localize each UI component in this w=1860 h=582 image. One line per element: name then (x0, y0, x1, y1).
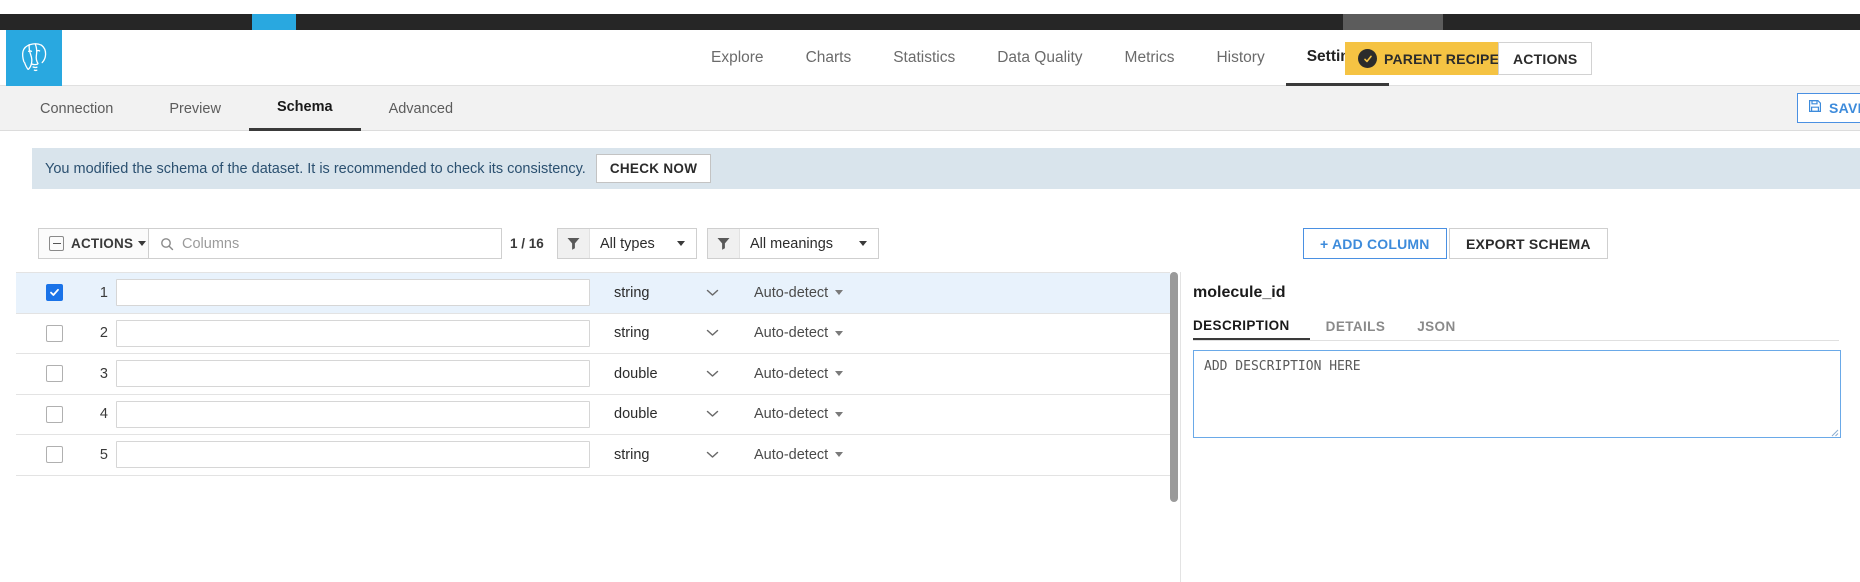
tab-description[interactable]: DESCRIPTION (1193, 312, 1310, 340)
description-textarea[interactable] (1193, 350, 1841, 438)
export-schema-button[interactable]: EXPORT SCHEMA (1449, 228, 1608, 259)
column-name-input[interactable] (116, 279, 590, 306)
row-checkbox[interactable] (46, 446, 63, 463)
row-index: 1 (94, 285, 108, 301)
table-row[interactable]: 3 double Auto-detect (16, 354, 1172, 395)
header-actions-button[interactable]: ACTIONS (1498, 42, 1592, 75)
chevron-down-icon[interactable] (706, 405, 719, 423)
chevron-down-icon (859, 229, 878, 258)
column-name-input[interactable] (116, 360, 590, 387)
top-strip-active-segment (252, 14, 296, 30)
nav-item-charts[interactable]: Charts (785, 30, 873, 86)
caret-down-icon (835, 331, 843, 336)
search-input[interactable] (182, 236, 472, 252)
browser-top-strip (0, 14, 1860, 30)
row-index: 3 (94, 366, 108, 382)
nav-item-data-quality[interactable]: Data Quality (976, 30, 1103, 86)
subtab-schema[interactable]: Schema (249, 86, 361, 131)
settings-subtab-bar: Connection Preview Schema Advanced SAVE (0, 86, 1860, 131)
subtab-advanced[interactable]: Advanced (361, 86, 482, 131)
table-row[interactable]: 4 double Auto-detect (16, 395, 1172, 436)
chevron-down-icon (138, 241, 146, 246)
table-row[interactable]: 5 string Auto-detect (16, 435, 1172, 476)
type-filter-label: All types (590, 229, 677, 258)
column-meaning-label: Auto-detect (754, 406, 828, 422)
column-meaning-label: Auto-detect (754, 325, 828, 341)
panel-divider (1193, 340, 1839, 341)
row-index: 4 (94, 406, 108, 422)
main-nav: Explore Charts Statistics Data Quality M… (690, 30, 1389, 86)
schema-table: 1 string Auto-detect 2 string Auto-detec… (16, 272, 1172, 582)
column-meaning-label: Auto-detect (754, 285, 828, 301)
meaning-filter-label: All meanings (740, 229, 859, 258)
app-header: Explore Charts Statistics Data Quality M… (0, 30, 1860, 86)
row-index: 2 (94, 325, 108, 341)
subtab-connection[interactable]: Connection (12, 86, 141, 131)
table-row[interactable]: 1 string Auto-detect (16, 273, 1172, 314)
column-meaning-label: Auto-detect (754, 447, 828, 463)
column-meaning-dropdown[interactable]: Auto-detect (754, 447, 843, 463)
search-icon (160, 237, 174, 251)
settings-subtabs: Connection Preview Schema Advanced (12, 86, 481, 131)
row-index: 5 (94, 447, 108, 463)
row-checkbox[interactable] (46, 325, 63, 342)
column-meaning-dropdown[interactable]: Auto-detect (754, 285, 843, 301)
row-checkbox[interactable] (46, 406, 63, 423)
save-button-label: SAVE (1829, 100, 1860, 116)
row-checkbox[interactable] (46, 365, 63, 382)
type-filter-dropdown[interactable]: All types (557, 228, 697, 259)
chevron-down-icon[interactable] (706, 446, 719, 464)
table-row[interactable]: 2 string Auto-detect (16, 314, 1172, 355)
caret-down-icon (835, 290, 843, 295)
banner-message: You modified the schema of the dataset. … (45, 161, 586, 177)
table-scrollbar-thumb[interactable] (1170, 272, 1178, 502)
postgresql-elephant-icon[interactable] (6, 30, 62, 86)
row-extra-column (891, 273, 1117, 313)
minus-checkbox-icon (49, 236, 64, 251)
chevron-down-icon[interactable] (706, 324, 719, 342)
recipe-badge-icon (1358, 49, 1377, 68)
column-meaning-label: Auto-detect (754, 366, 828, 382)
add-column-button[interactable]: + ADD COLUMN (1303, 228, 1447, 259)
caret-down-icon (835, 452, 843, 457)
filter-funnel-icon (558, 229, 590, 258)
chevron-down-icon (677, 229, 696, 258)
column-meaning-dropdown[interactable]: Auto-detect (754, 406, 843, 422)
schema-toolbar: ACTIONS 1 / 16 All types All mean (38, 228, 1860, 262)
toolbar-actions-label: ACTIONS (71, 236, 133, 251)
columns-search-box[interactable] (148, 228, 502, 259)
column-count-indicator: 1 / 16 (510, 228, 544, 259)
chevron-down-icon[interactable] (706, 284, 719, 302)
column-meaning-dropdown[interactable]: Auto-detect (754, 366, 843, 382)
nav-item-statistics[interactable]: Statistics (872, 30, 976, 86)
caret-down-icon (835, 371, 843, 376)
check-now-button[interactable]: CHECK NOW (596, 154, 711, 183)
tab-json[interactable]: JSON (1401, 312, 1471, 340)
nav-item-explore[interactable]: Explore (690, 30, 785, 86)
panel-column-name: molecule_id (1193, 284, 1285, 302)
column-meaning-dropdown[interactable]: Auto-detect (754, 325, 843, 341)
subtab-preview[interactable]: Preview (141, 86, 249, 131)
save-button[interactable]: SAVE (1797, 93, 1860, 123)
column-details-panel: molecule_id DESCRIPTION DETAILS JSON (1180, 272, 1860, 582)
top-strip-gray-segment (1343, 14, 1443, 30)
meaning-filter-dropdown[interactable]: All meanings (707, 228, 879, 259)
parent-recipe-button[interactable]: PARENT RECIPE (1345, 42, 1512, 75)
table-scrollbar[interactable] (1170, 272, 1178, 582)
floppy-disk-icon (1808, 99, 1822, 118)
column-name-input[interactable] (116, 401, 590, 428)
nav-item-metrics[interactable]: Metrics (1104, 30, 1196, 86)
toolbar-actions-button[interactable]: ACTIONS (38, 228, 157, 259)
schema-modified-banner: You modified the schema of the dataset. … (32, 148, 1860, 189)
tab-details[interactable]: DETAILS (1310, 312, 1402, 340)
nav-item-history[interactable]: History (1195, 30, 1285, 86)
caret-down-icon (835, 412, 843, 417)
column-name-input[interactable] (116, 441, 590, 468)
panel-tabs: DESCRIPTION DETAILS JSON (1193, 312, 1472, 340)
filter-funnel-icon (708, 229, 740, 258)
column-name-input[interactable] (116, 320, 590, 347)
chevron-down-icon[interactable] (706, 365, 719, 383)
row-checkbox[interactable] (46, 284, 63, 301)
parent-recipe-label: PARENT RECIPE (1384, 51, 1499, 67)
